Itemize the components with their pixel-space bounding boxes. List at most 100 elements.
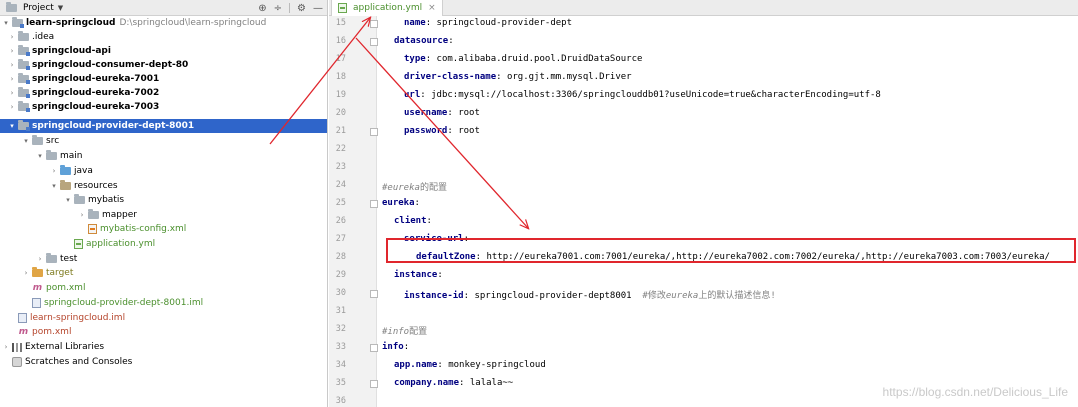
- tree-item-label: mybatis: [88, 195, 125, 205]
- chevron-right-icon[interactable]: ›: [8, 61, 16, 69]
- tree-item-label: springcloud-eureka-7001: [32, 74, 160, 84]
- chevron-down-icon[interactable]: ▾: [22, 137, 30, 145]
- chevron-right-icon[interactable]: ›: [22, 269, 30, 277]
- collapse-all-icon[interactable]: ÷: [274, 3, 282, 14]
- source-folder-icon: [60, 165, 71, 175]
- tree-item-mybatis[interactable]: ▾ mybatis: [0, 193, 327, 207]
- line-number: 16: [335, 36, 346, 46]
- fold-marker[interactable]: [370, 38, 378, 46]
- chevron-right-icon[interactable]: ›: [8, 103, 16, 111]
- tree-item-mapper[interactable]: › mapper: [0, 208, 327, 222]
- code-line-26: client:: [394, 216, 432, 226]
- tree-item-iml-module[interactable]: springcloud-provider-dept-8001.iml: [0, 296, 327, 310]
- chevron-right-icon[interactable]: ›: [2, 343, 10, 351]
- code-line-18: driver-class-name: org.gjt.mm.mysql.Driv…: [404, 72, 632, 82]
- chevron-right-icon[interactable]: ›: [50, 167, 58, 175]
- tree-item-label: pom.xml: [46, 283, 86, 293]
- chevron-down-icon[interactable]: ▾: [8, 122, 16, 130]
- tree-item-label: springcloud-eureka-7003: [32, 102, 160, 112]
- chevron-down-icon: ▼: [57, 3, 64, 12]
- tree-item-eureka-7002[interactable]: › springcloud-eureka-7002: [0, 86, 327, 100]
- fold-marker[interactable]: [370, 20, 378, 28]
- fold-marker[interactable]: [370, 380, 378, 388]
- tree-item-label: main: [60, 151, 83, 161]
- module-folder-icon: [18, 45, 30, 56]
- chevron-right-icon[interactable]: ›: [8, 47, 16, 55]
- line-number: 31: [335, 306, 346, 316]
- tree-item-java[interactable]: › java: [0, 164, 327, 178]
- tree-item-mybatis-config[interactable]: mybatis-config.xml: [0, 222, 327, 236]
- line-number: 36: [335, 396, 346, 406]
- tab-application-yml[interactable]: application.yml ×: [331, 0, 443, 16]
- chevron-down-icon[interactable]: ▾: [36, 152, 44, 160]
- fold-marker[interactable]: [370, 128, 378, 136]
- tree-item-pom-module[interactable]: m pom.xml: [0, 281, 327, 295]
- line-number: 34: [335, 360, 346, 370]
- tree-item-label: springcloud-provider-dept-8001.iml: [44, 298, 204, 308]
- project-tool-window: Project ▼ ⊕ ÷ ⚙ — ▾ learn-springcloud D:…: [0, 0, 328, 407]
- line-number: 18: [335, 72, 346, 82]
- line-number: 33: [335, 342, 346, 352]
- chevron-down-icon[interactable]: ▾: [2, 19, 10, 27]
- code-line-33: info:: [382, 342, 410, 352]
- iml-file-icon: [32, 298, 41, 308]
- tree-item-scratches[interactable]: Scratches and Consoles: [0, 355, 327, 369]
- iml-file-icon: [18, 313, 27, 323]
- tree-item-label: mapper: [102, 210, 137, 220]
- chevron-right-icon[interactable]: ›: [8, 89, 16, 97]
- tree-item-target[interactable]: › target: [0, 266, 327, 280]
- chevron-down-icon[interactable]: ▾: [64, 196, 72, 204]
- code-line-15: name: springcloud-provider-dept: [404, 18, 572, 28]
- close-icon[interactable]: ×: [428, 3, 436, 13]
- tree-item-src[interactable]: ▾ src: [0, 134, 327, 148]
- tree-item-provider-dept-8001[interactable]: ▾ springcloud-provider-dept-8001: [0, 119, 327, 133]
- line-number: 21: [335, 126, 346, 136]
- line-number: 15: [335, 18, 346, 28]
- code-line-17: type: com.alibaba.druid.pool.DruidDataSo…: [404, 54, 643, 64]
- line-number: 17: [335, 54, 346, 64]
- tree-item-iml-root[interactable]: learn-springcloud.iml: [0, 311, 327, 325]
- tree-item-consumer[interactable]: › springcloud-consumer-dept-80: [0, 58, 327, 72]
- code-area[interactable]: name: springcloud-provider-dept datasour…: [378, 16, 1078, 407]
- chevron-right-icon[interactable]: ›: [36, 255, 44, 263]
- tree-item-api[interactable]: › springcloud-api: [0, 44, 327, 58]
- module-folder-icon: [18, 59, 30, 70]
- chevron-right-icon[interactable]: ›: [78, 211, 86, 219]
- watermark: https://blog.csdn.net/Delicious_Life: [882, 385, 1068, 399]
- xml-file-icon: [88, 224, 97, 234]
- fold-marker[interactable]: [370, 344, 378, 352]
- tree-item-main[interactable]: ▾ main: [0, 149, 327, 163]
- gear-icon[interactable]: ⚙: [297, 3, 306, 14]
- tree-item-root[interactable]: ▾ learn-springcloud D:\springcloud\learn…: [0, 16, 327, 30]
- fold-marker[interactable]: [370, 290, 378, 298]
- code-line-24: #eureka的配置: [382, 183, 447, 193]
- resources-folder-icon: [60, 180, 71, 190]
- tree-item-pom-root[interactable]: m pom.xml: [0, 325, 327, 339]
- tree-item-label: springcloud-api: [32, 46, 111, 56]
- project-view-selector[interactable]: Project ▼: [0, 0, 63, 16]
- tree-item-resources[interactable]: ▾ resources: [0, 179, 327, 193]
- chevron-right-icon[interactable]: ›: [8, 75, 16, 83]
- project-icon: [6, 1, 17, 12]
- tree-item-label: learn-springcloud.iml: [30, 313, 126, 323]
- tree-item-test[interactable]: › test: [0, 252, 327, 266]
- tree-item-eureka-7003[interactable]: › springcloud-eureka-7003: [0, 100, 327, 114]
- hide-panel-icon[interactable]: —: [313, 3, 323, 14]
- tree-item-label: springcloud-provider-dept-8001: [32, 121, 195, 131]
- fold-marker[interactable]: [370, 200, 378, 208]
- line-number: 22: [335, 144, 346, 154]
- chevron-down-icon[interactable]: ▾: [50, 182, 58, 190]
- locate-file-icon[interactable]: ⊕: [258, 3, 266, 14]
- tree-item-eureka-7001[interactable]: › springcloud-eureka-7001: [0, 72, 327, 86]
- chevron-right-icon[interactable]: ›: [8, 33, 16, 41]
- tree-item-application-yml[interactable]: application.yml: [0, 237, 327, 251]
- tree-item-external-libraries[interactable]: › External Libraries: [0, 340, 327, 354]
- tree-item-label: resources: [74, 181, 118, 191]
- tree-item-label: springcloud-consumer-dept-80: [32, 60, 189, 70]
- code-line-21: password: root: [404, 126, 480, 136]
- tree-item-label: mybatis-config.xml: [100, 224, 187, 234]
- tree-item-label: java: [74, 166, 93, 176]
- editor-gutter: 15 16 17 18 19 20 21 22 23 24 25 26 27 2…: [329, 16, 378, 407]
- tree-item-idea[interactable]: › .idea: [0, 30, 327, 44]
- project-panel-title: Project: [23, 2, 54, 13]
